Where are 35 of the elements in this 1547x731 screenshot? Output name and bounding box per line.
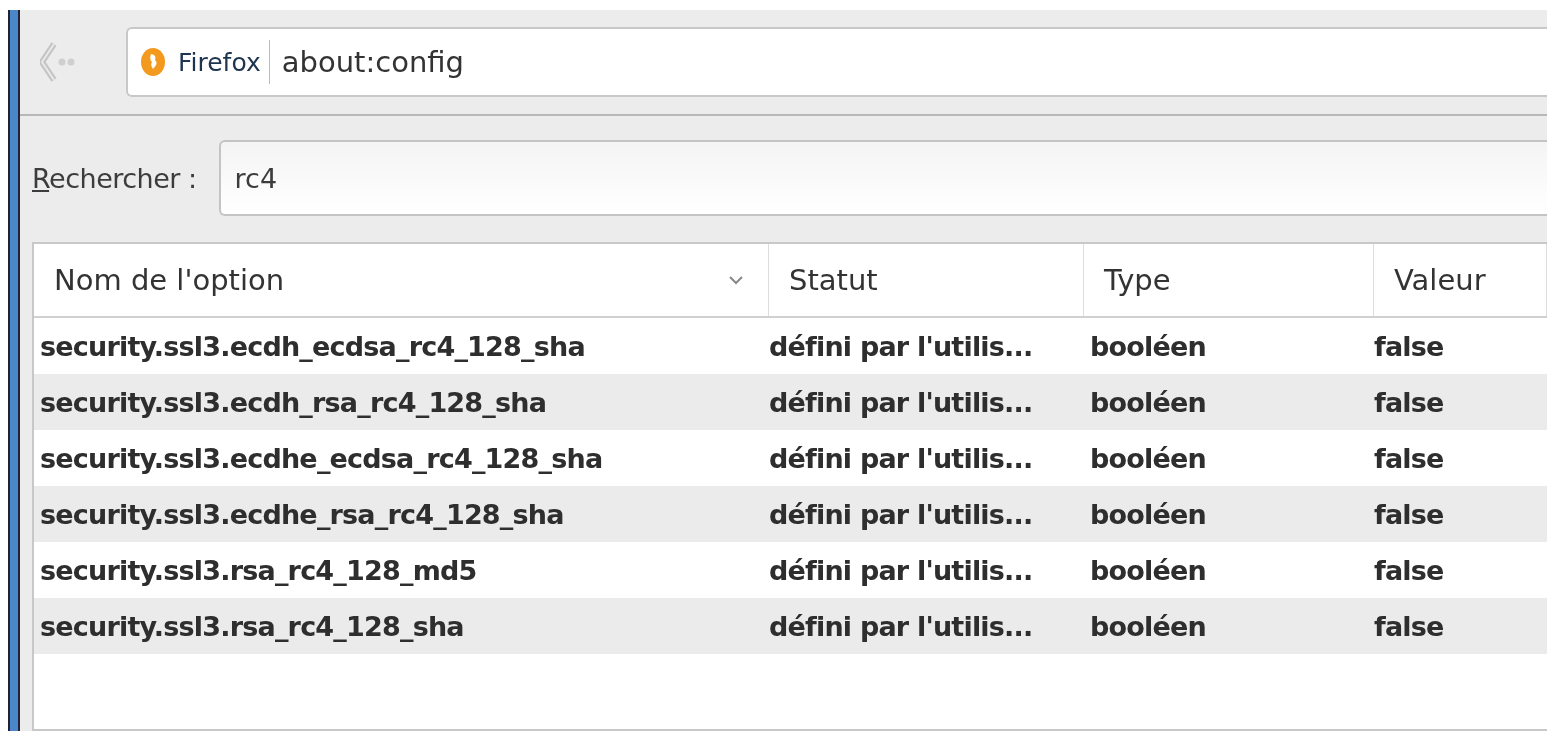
table-cell-text: booléen [1089, 554, 1207, 586]
table-cell-text: security.ssl3.rsa_rc4_128_md5 [39, 554, 478, 586]
identity-button[interactable]: Firefox [128, 40, 270, 84]
table-cell-text: security.ssl3.ecdhe_ecdsa_rc4_128_sha [39, 442, 604, 474]
column-header[interactable]: Type [1084, 244, 1374, 316]
search-field[interactable]: rc4 [218, 140, 1547, 216]
table-cell-text: false [1374, 330, 1445, 362]
table-cell-text: security.ssl3.rsa_rc4_128_sha [39, 610, 465, 642]
column-header[interactable]: Statut [769, 244, 1084, 316]
table-cell-text: security.ssl3.ecdhe_rsa_rc4_128_sha [39, 498, 565, 530]
table-cell-text: security.ssl3.ecdh_ecdsa_rc4_128_sha [39, 330, 586, 362]
table-cell-text: false [1374, 442, 1445, 474]
table-cell-text: false [1374, 386, 1445, 418]
table-cell-text: défini par l'utilis... [769, 442, 1034, 474]
table-cell-text: défini par l'utilis... [769, 610, 1034, 642]
address-bar[interactable]: Firefox about:config [126, 27, 1547, 97]
table-cell-text: défini par l'utilis... [769, 330, 1034, 362]
firefox-icon [140, 47, 166, 77]
table-cell-text: booléen [1089, 330, 1207, 362]
table-cell-text: false [1374, 554, 1445, 586]
column-header[interactable]: Valeur [1374, 244, 1547, 316]
column-header[interactable]: Nom de l'option [34, 244, 769, 316]
back-arrow-icon[interactable] [40, 40, 76, 84]
table-cell-text: défini par l'utilis... [769, 386, 1034, 418]
table-cell-text: security.ssl3.ecdh_rsa_rc4_128_sha [39, 386, 548, 418]
table-cell-text: défini par l'utilis... [769, 498, 1034, 530]
table-cell-text: false [1374, 610, 1445, 642]
table-cell-text: booléen [1089, 610, 1207, 642]
table-cell-text: booléen [1089, 386, 1207, 418]
url-text: about:config [280, 45, 464, 79]
table-cell-text: booléen [1089, 442, 1207, 474]
table-cell-text: booléen [1089, 498, 1207, 530]
search-label: Rechercher : [32, 162, 197, 194]
table-cell-text: false [1374, 498, 1445, 530]
table-cell-text: défini par l'utilis... [769, 554, 1034, 586]
